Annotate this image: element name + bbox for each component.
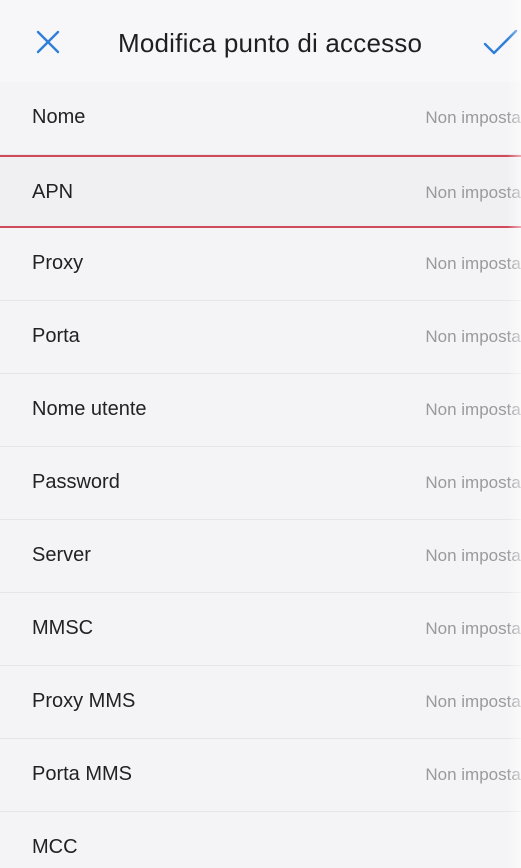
- field-value: Non impostato: [425, 108, 521, 127]
- field-label: Porta: [32, 325, 80, 347]
- list-item-porta[interactable]: Porta Non impostato: [0, 301, 521, 374]
- page-title: Modifica punto di accesso: [118, 28, 423, 58]
- field-value: Non impostato: [425, 254, 521, 273]
- field-value: Non impostato: [425, 765, 521, 784]
- field-label: APN: [32, 181, 74, 203]
- list-item-porta-mms[interactable]: Porta MMS Non impostato: [0, 739, 521, 812]
- apn-edit-screen: Modifica punto di accesso Nome Non impos…: [0, 0, 521, 868]
- check-icon: [483, 29, 518, 55]
- field-label: Proxy MMS: [32, 690, 136, 712]
- field-value: Non impostato: [425, 183, 521, 202]
- field-label: Password: [32, 471, 120, 493]
- field-value: Non impostato: [425, 692, 521, 711]
- field-value: Non impostato: [425, 473, 521, 492]
- field-label: MMSC: [32, 617, 94, 639]
- toolbar: Modifica punto di accesso: [0, 0, 521, 82]
- field-label: Proxy: [32, 252, 84, 274]
- field-label: Nome utente: [32, 398, 147, 420]
- field-label: Server: [32, 544, 91, 566]
- field-label: Porta MMS: [32, 763, 133, 785]
- field-value: Non impostato: [425, 546, 521, 565]
- list-item-proxy[interactable]: Proxy Non impostato: [0, 228, 521, 301]
- list-item-server[interactable]: Server Non impostato: [0, 520, 521, 593]
- list-item-proxy-mms[interactable]: Proxy MMS Non impostato: [0, 666, 521, 739]
- list-item-apn[interactable]: APN Non impostato: [0, 155, 521, 228]
- close-icon: [36, 30, 60, 54]
- list-item-mcc[interactable]: MCC: [0, 812, 521, 868]
- list-item-mmsc[interactable]: MMSC Non impostato: [0, 593, 521, 666]
- list-item-password[interactable]: Password Non impostato: [0, 447, 521, 520]
- field-label: MCC: [32, 836, 78, 858]
- field-value: Non impostato: [425, 619, 521, 638]
- field-label: Nome: [32, 106, 86, 128]
- apn-settings-list: Nome Non impostato APN Non impostato Pro…: [0, 82, 521, 868]
- list-item-nome-utente[interactable]: Nome utente Non impostato: [0, 374, 521, 447]
- confirm-button[interactable]: [482, 22, 521, 62]
- field-value: Non impostato: [425, 400, 521, 419]
- list-item-nome[interactable]: Nome Non impostato: [0, 82, 521, 155]
- field-value: Non impostato: [425, 327, 521, 346]
- close-button[interactable]: [28, 22, 68, 62]
